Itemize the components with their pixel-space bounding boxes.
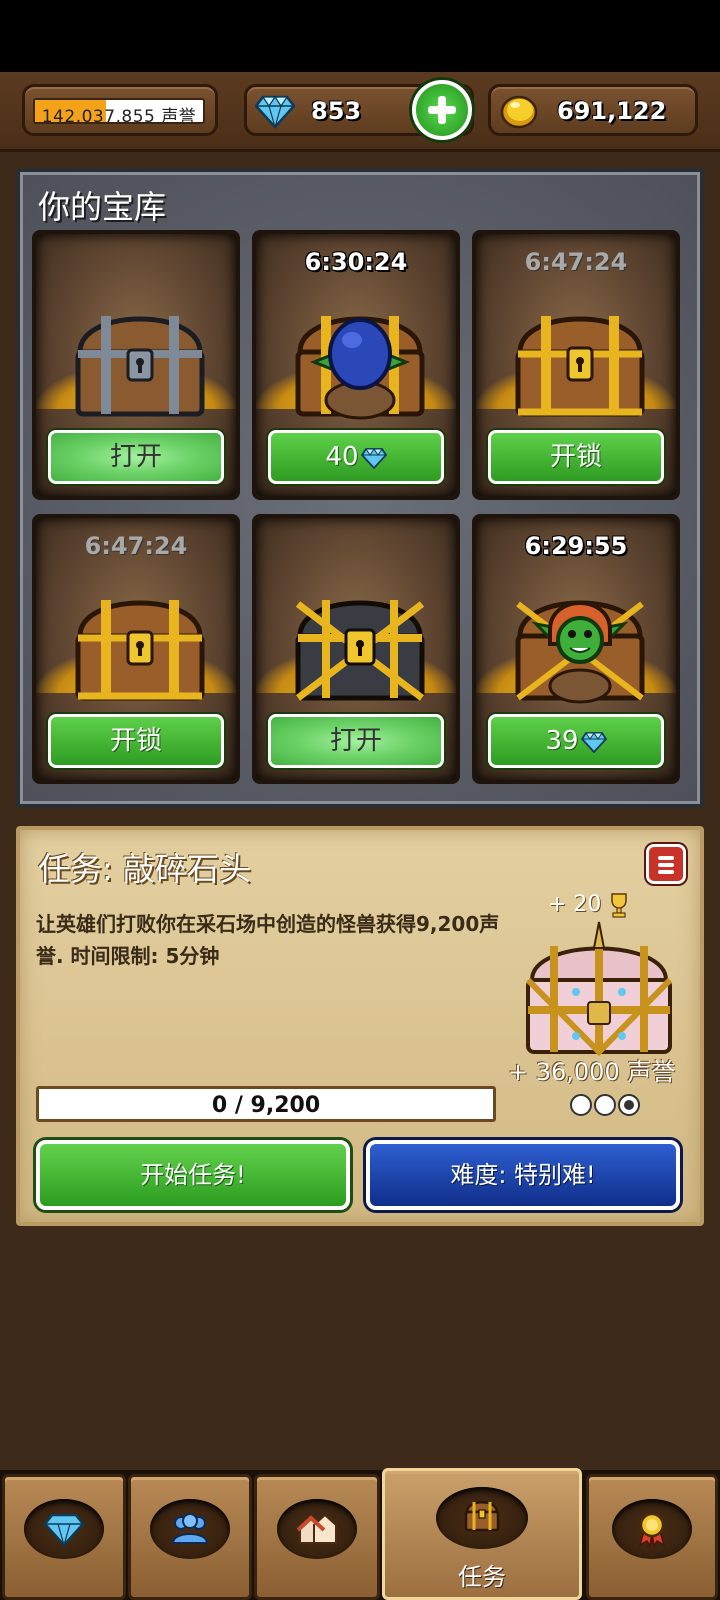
houses-icon — [297, 1513, 337, 1544]
chest-action-label: 开锁 — [109, 726, 162, 756]
chest-action-button[interactable]: 打开 — [268, 714, 444, 768]
gold-wood-chest-icon — [515, 316, 645, 417]
chest-timer: 6:47:24 — [524, 248, 628, 276]
chest-action-label: 39 — [545, 726, 579, 756]
resource-bar: 142,037,855 声誉 853 691,122 — [0, 72, 720, 152]
chest-timer: 6:30:24 — [304, 248, 408, 276]
chest-action-label: 40 — [325, 442, 359, 472]
nav-tab-gems[interactable] — [2, 1474, 126, 1600]
trophy-icon — [611, 893, 628, 918]
reward-trophy: + 20 — [548, 892, 630, 918]
quest-progress-bar: 0 / 9,200 — [36, 1086, 496, 1122]
people-icon — [171, 1513, 209, 1544]
chest-action-button[interactable]: 开锁 — [488, 430, 664, 484]
diamond-icon — [44, 1513, 84, 1547]
difficulty-stars — [570, 1094, 640, 1116]
chest-slot[interactable]: 打开 — [32, 230, 240, 500]
difficulty-button[interactable]: 难度: 特别难! — [366, 1140, 680, 1210]
difficulty-star — [570, 1094, 592, 1116]
reward-trophy-value: + 20 — [548, 892, 602, 917]
nav-tab-town[interactable] — [254, 1474, 380, 1600]
add-gems-button[interactable] — [412, 80, 472, 140]
gold-count: 691,122 — [557, 97, 667, 125]
gem-count: 853 — [311, 97, 362, 125]
vault-title: 你的宝库 — [38, 188, 167, 226]
chest-action-label: 开锁 — [549, 442, 602, 472]
chest-action-button[interactable]: 39 — [488, 714, 664, 768]
chest-action-button[interactable]: 打开 — [48, 430, 224, 484]
quest-panel: 任务: 敲碎石头 让英雄们打败你在采石场中创造的怪兽获得9,200声誉. 时间限… — [16, 826, 704, 1226]
chest-icon — [464, 1501, 500, 1532]
chest-action-button[interactable]: 开锁 — [48, 714, 224, 768]
chest-action-label: 打开 — [109, 442, 162, 472]
vault-panel: 你的宝库 打开6:30:24 40 6:47:24 开锁6:47:24 开锁 — [16, 168, 704, 808]
chest-slot[interactable]: 6:30:24 40 — [252, 230, 460, 500]
nav-tab-heroes[interactable] — [128, 1474, 252, 1600]
chest-slot[interactable]: 6:47:24 开锁 — [32, 514, 240, 784]
gold-panel[interactable]: 691,122 — [488, 84, 698, 136]
difficulty-star — [594, 1094, 616, 1116]
chest-timer: 6:29:55 — [524, 532, 628, 560]
chest-timer: 6:47:24 — [84, 532, 188, 560]
dark-gold-chest-icon — [295, 600, 425, 701]
diamond-icon — [580, 731, 607, 753]
goblin-blue-chest-icon — [295, 316, 425, 420]
start-quest-button[interactable]: 开始任务! — [36, 1140, 350, 1210]
goblin-green-chest-icon — [515, 600, 645, 704]
chest-slot[interactable]: 打开 — [252, 514, 460, 784]
nav-tab-quests[interactable]: 任务 — [382, 1468, 582, 1600]
reward-reputation: + 36,000 声誉 — [508, 1058, 676, 1086]
gold-wood-chest-icon — [75, 600, 205, 701]
quest-description: 让英雄们打败你在采石场中创造的怪兽获得9,200声誉. 时间限制: 5分钟 — [36, 912, 500, 968]
nav-tab-achievements[interactable] — [586, 1474, 718, 1600]
chest-action-label: 打开 — [329, 726, 382, 756]
chest-slot[interactable]: 6:47:24 开锁 — [472, 230, 680, 500]
medal-icon — [638, 1512, 666, 1547]
diamond-icon — [360, 447, 387, 469]
gold-coin-icon — [500, 95, 538, 129]
reputation-value: 142,037,855 声誉 — [41, 107, 197, 124]
chest-action-button[interactable]: 40 — [268, 430, 444, 484]
iron-chest-icon — [75, 316, 205, 417]
reputation-panel[interactable]: 142,037,855 声誉 — [22, 84, 218, 136]
status-bar — [0, 0, 720, 72]
diamond-icon — [255, 95, 295, 129]
reward-chest-icon — [525, 921, 673, 1057]
chest-slot[interactable]: 6:29:55 39 — [472, 514, 680, 784]
bottom-nav: 任务 — [0, 1468, 720, 1600]
reputation-meter: 142,037,855 声誉 — [33, 98, 205, 124]
quest-list-button[interactable] — [646, 844, 686, 884]
quest-title: 任务: 敲碎石头 — [38, 850, 251, 888]
quest-progress-text: 0 / 9,200 — [211, 1093, 321, 1118]
nav-tab-label: 任务 — [458, 1563, 506, 1591]
